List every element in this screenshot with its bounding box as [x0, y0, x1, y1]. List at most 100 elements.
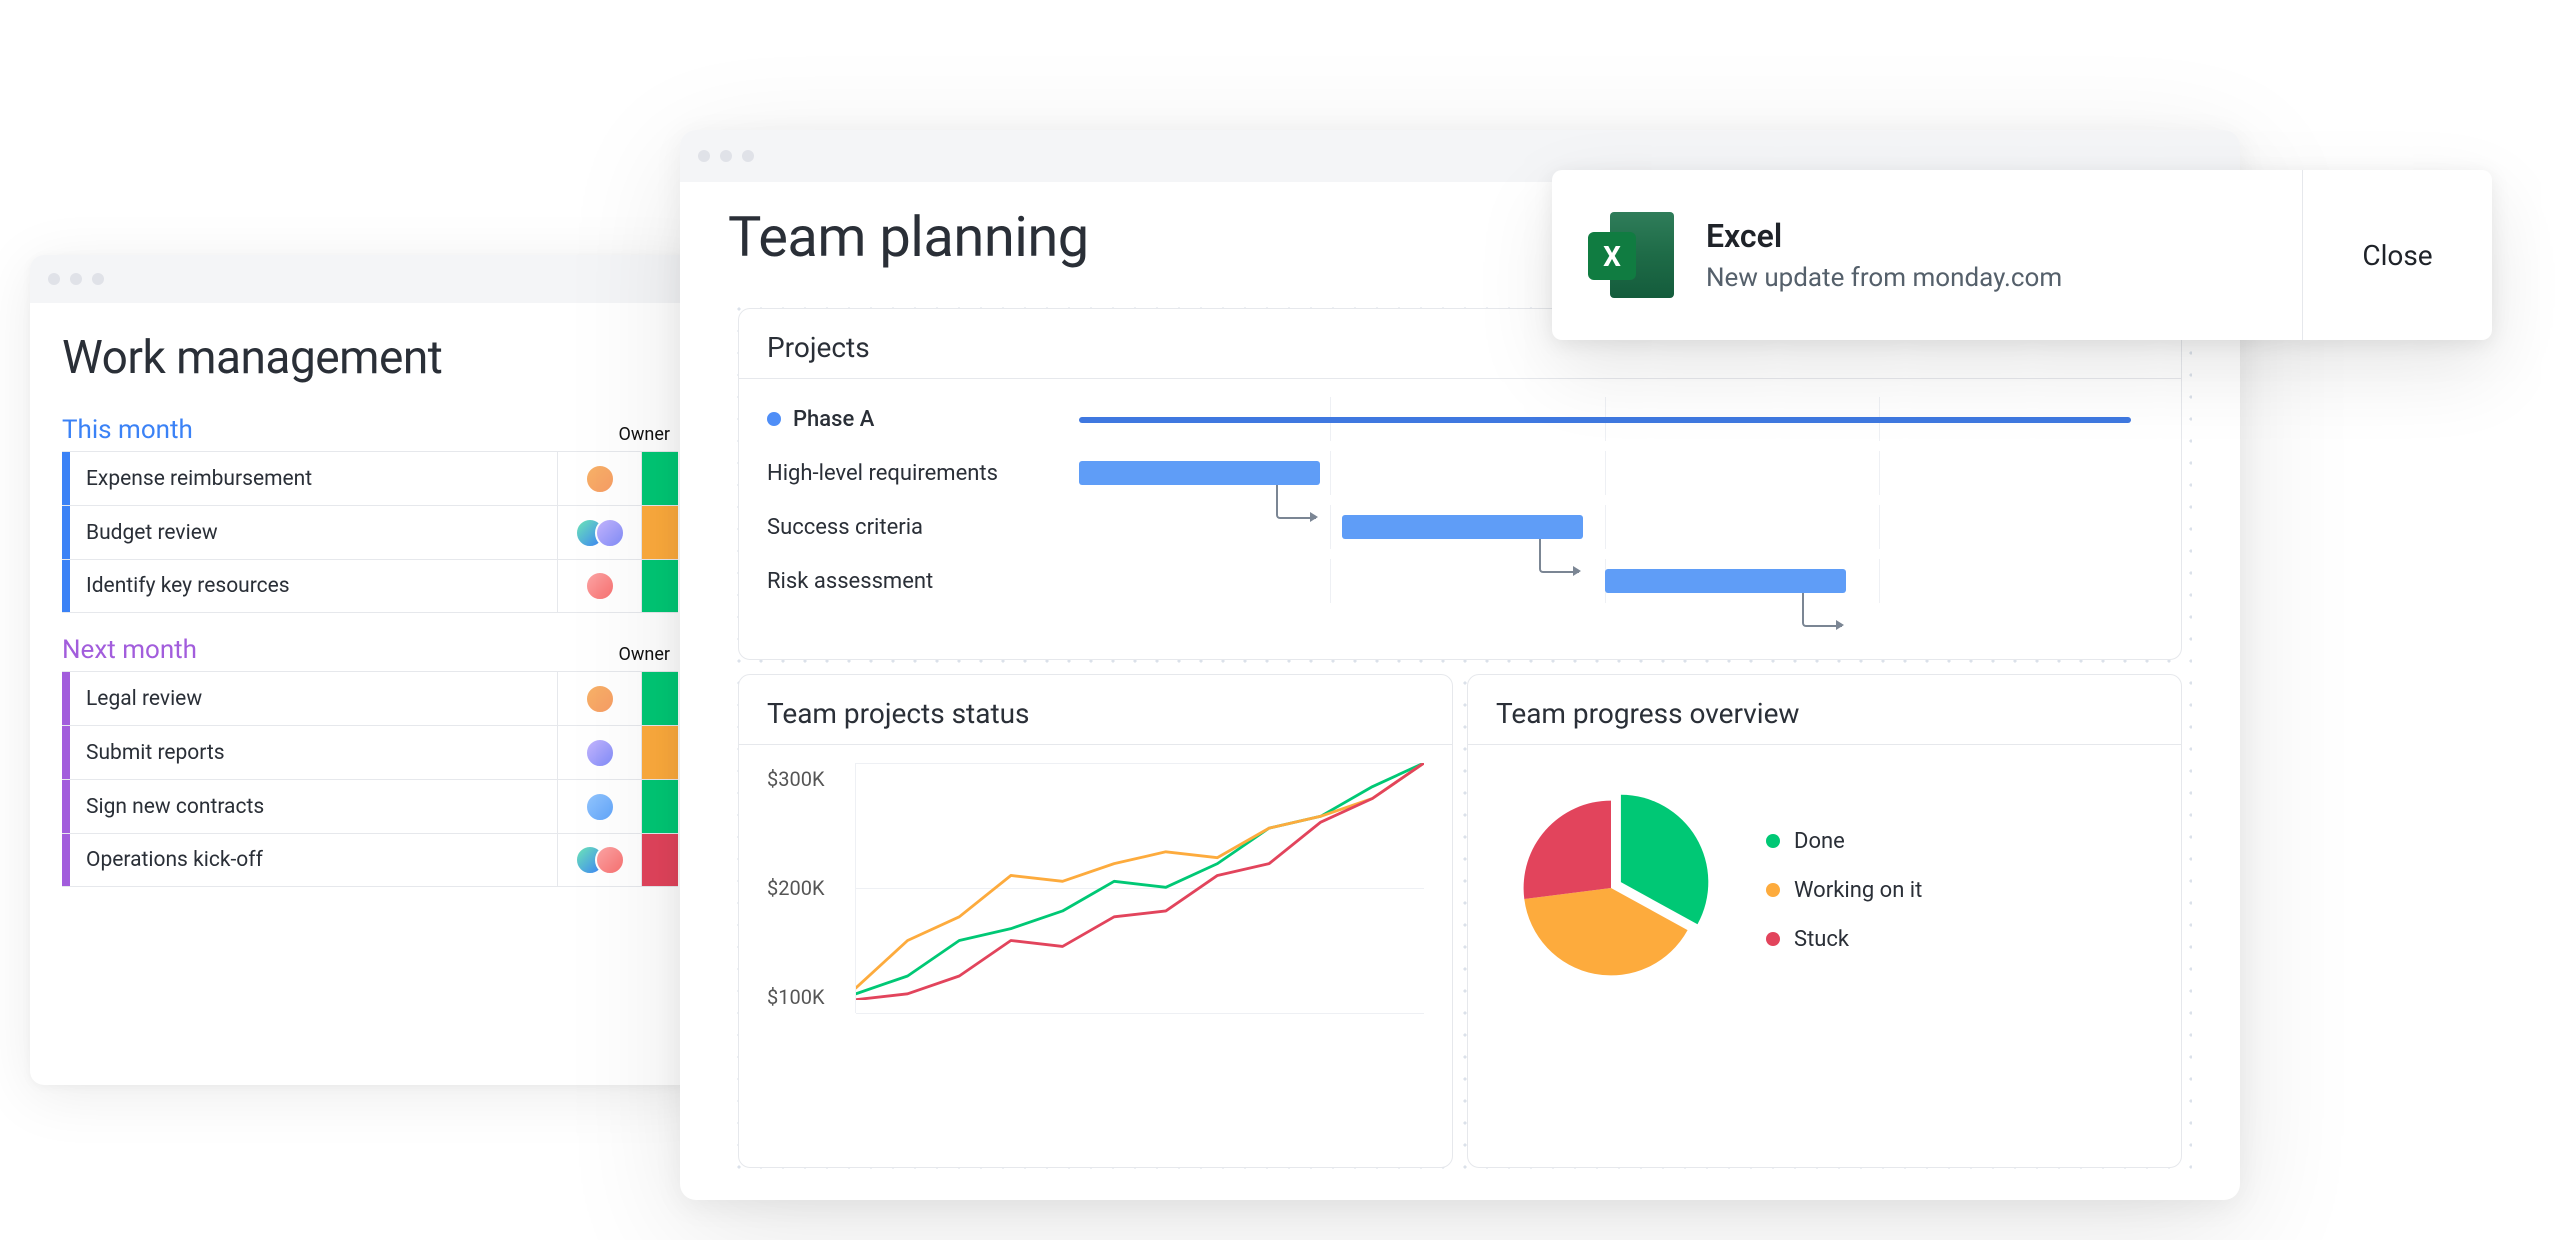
task-row[interactable]: Legal review [62, 671, 678, 725]
toast-title: Excel [1706, 217, 2062, 255]
phase-dot-icon [767, 412, 781, 426]
chrome-dot-icon [92, 273, 104, 285]
chart-legend: Done Working on it Stuck [1766, 829, 1922, 952]
y-axis: $300K $200K $100K [767, 763, 855, 1013]
legend-dot-icon [1766, 932, 1780, 946]
task-label: Sign new contracts [70, 780, 558, 833]
owner-cell[interactable] [558, 452, 642, 505]
owner-cell[interactable] [558, 560, 642, 612]
gantt-row-label[interactable]: Risk assessment [767, 559, 1057, 603]
divider [1468, 744, 2181, 745]
avatar [585, 792, 615, 822]
owner-cell[interactable] [558, 780, 642, 833]
gantt-bar[interactable] [1342, 515, 1583, 539]
card-title: Team progress overview [1496, 697, 2153, 730]
column-header-owner: Owner [619, 644, 679, 665]
legend-item[interactable]: Working on it [1766, 878, 1922, 903]
group-accent [62, 506, 70, 559]
gantt-track [1057, 451, 2153, 495]
chrome-dot-icon [742, 150, 754, 162]
legend-label: Done [1794, 829, 1845, 854]
gantt-row-label[interactable]: Success criteria [767, 505, 1057, 549]
task-row[interactable]: Budget review [62, 505, 678, 559]
group-accent [62, 672, 70, 725]
owner-cell[interactable] [558, 506, 642, 559]
gantt-phase-label[interactable]: Phase A [767, 397, 1057, 441]
close-button[interactable]: Close [2302, 170, 2492, 340]
legend-label: Stuck [1794, 927, 1849, 952]
group-accent [62, 452, 70, 505]
gantt-bar[interactable] [1605, 569, 1846, 593]
chrome-dot-icon [48, 273, 60, 285]
y-tick: $100K [767, 985, 855, 1009]
legend-dot-icon [1766, 834, 1780, 848]
divider [739, 378, 2181, 379]
legend-label: Working on it [1794, 878, 1922, 903]
team-progress-overview-card: Team progress overview Done [1467, 674, 2182, 1168]
task-row[interactable]: Submit reports [62, 725, 678, 779]
avatar [595, 518, 625, 548]
status-cell[interactable] [642, 452, 678, 505]
work-management-window: Work management This month Owner Expense… [30, 255, 710, 1085]
y-tick: $300K [767, 767, 855, 791]
excel-icon: X [1588, 212, 1674, 298]
projects-card: Projects Phase A High-level requirements [738, 308, 2182, 660]
status-cell[interactable] [642, 726, 678, 779]
status-cell[interactable] [642, 506, 678, 559]
column-header-owner: Owner [619, 424, 679, 445]
gantt-row-label[interactable]: High-level requirements [767, 451, 1057, 495]
chrome-dot-icon [698, 150, 710, 162]
owner-cell[interactable] [558, 672, 642, 725]
group-title-next-month[interactable]: Next month [62, 635, 197, 665]
task-label: Operations kick-off [70, 834, 558, 886]
legend-dot-icon [1766, 883, 1780, 897]
gantt-track [1057, 505, 2153, 549]
card-title: Team projects status [767, 697, 1424, 730]
task-label: Expense reimbursement [70, 452, 558, 505]
toast-body[interactable]: X Excel New update from monday.com [1552, 170, 2302, 340]
task-label: Legal review [70, 672, 558, 725]
task-label: Submit reports [70, 726, 558, 779]
gantt-summary-bar[interactable] [1079, 417, 2131, 423]
group-accent [62, 780, 70, 833]
task-label: Identify key resources [70, 560, 558, 612]
gantt-bar[interactable] [1079, 461, 1320, 485]
chrome-dot-icon [720, 150, 732, 162]
phase-name: Phase A [793, 407, 874, 432]
status-cell[interactable] [642, 672, 678, 725]
divider [739, 744, 1452, 745]
y-tick: $200K [767, 876, 855, 900]
line-chart: $300K $200K $100K [767, 763, 1424, 1013]
status-cell[interactable] [642, 560, 678, 612]
status-cell[interactable] [642, 834, 678, 886]
notification-toast: X Excel New update from monday.com Close [1552, 170, 2492, 340]
avatar [585, 684, 615, 714]
toast-message: New update from monday.com [1706, 263, 2062, 293]
group-accent [62, 726, 70, 779]
team-projects-status-card: Team projects status $300K $200K $100K [738, 674, 1453, 1168]
pie-chart [1496, 773, 1726, 1007]
avatar [585, 464, 615, 494]
task-row[interactable]: Identify key resources [62, 559, 678, 613]
avatar [585, 738, 615, 768]
task-label: Budget review [70, 506, 558, 559]
group-accent [62, 560, 70, 612]
status-cell[interactable] [642, 780, 678, 833]
group-accent [62, 834, 70, 886]
legend-item[interactable]: Done [1766, 829, 1922, 854]
gantt-track [1057, 397, 2153, 441]
task-row[interactable]: Sign new contracts [62, 779, 678, 833]
task-row[interactable]: Operations kick-off [62, 833, 678, 887]
legend-item[interactable]: Stuck [1766, 927, 1922, 952]
owner-cell[interactable] [558, 726, 642, 779]
task-row[interactable]: Expense reimbursement [62, 451, 678, 505]
chrome-dot-icon [70, 273, 82, 285]
avatar [595, 845, 625, 875]
avatar [585, 571, 615, 601]
owner-cell[interactable] [558, 834, 642, 886]
gantt-track [1057, 559, 2153, 603]
dashboard-area: Projects Phase A High-level requirements [728, 298, 2192, 1178]
window-chrome [30, 255, 710, 303]
gantt-chart: Phase A High-level requirements Success … [767, 397, 2153, 603]
group-title-this-month[interactable]: This month [62, 415, 193, 445]
